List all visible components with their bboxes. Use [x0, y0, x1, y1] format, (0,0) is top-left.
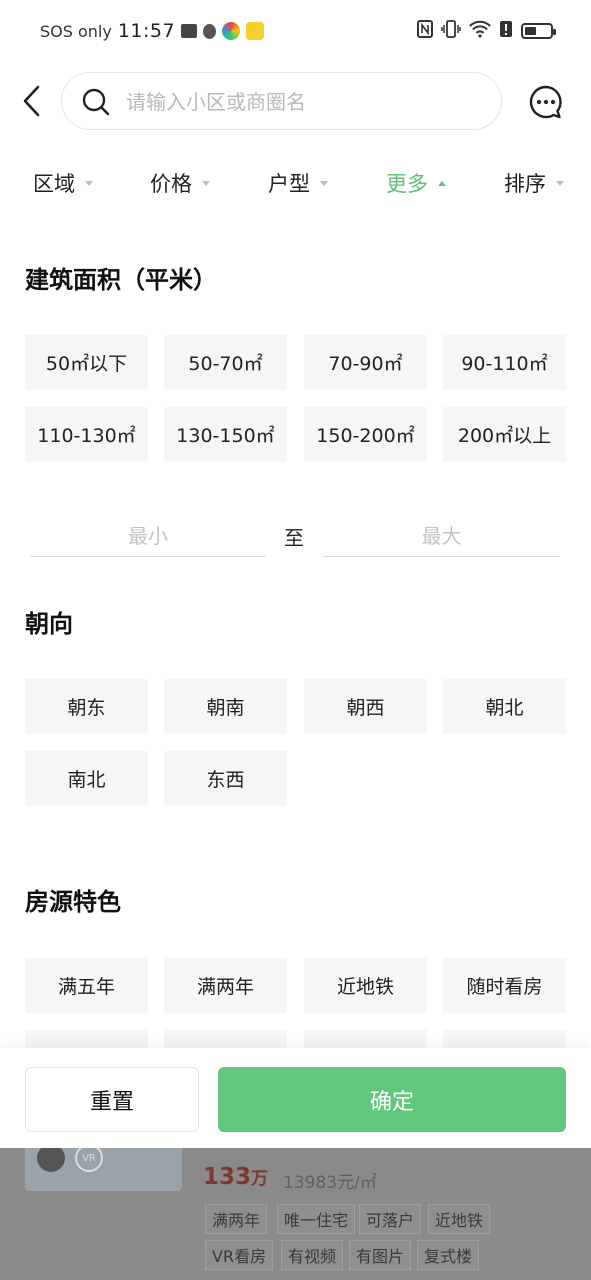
tab-label: 价格 — [150, 172, 192, 196]
feature-option[interactable]: 随时看房 — [443, 958, 566, 1013]
confirm-button[interactable]: 确定 — [218, 1067, 566, 1132]
listing-tag: 近地铁 — [428, 1204, 491, 1234]
app-icon — [246, 22, 265, 40]
area-option[interactable]: 90-110㎡ — [443, 335, 566, 390]
feature-option-partial[interactable] — [25, 1030, 148, 1048]
back-button[interactable] — [18, 84, 48, 118]
battery-icon — [521, 23, 556, 39]
app-icon — [222, 22, 241, 40]
features-options: 满五年 满两年 近地铁 随时看房 — [25, 958, 566, 1048]
caret-down-icon — [556, 180, 564, 186]
status-bar: SOS only 11:57 — [0, 0, 591, 66]
area-option[interactable]: 50㎡以下 — [25, 335, 148, 390]
orientation-option[interactable]: 朝北 — [443, 679, 566, 734]
listing-unit-price: 13983元/㎡ — [283, 1173, 377, 1193]
tab-sort[interactable]: 排序 — [504, 168, 564, 198]
reset-button[interactable]: 重置 — [25, 1067, 199, 1132]
listing-tag: 满两年 — [205, 1204, 268, 1234]
tab-more[interactable]: 更多 — [386, 168, 446, 198]
area-option[interactable]: 70-90㎡ — [304, 335, 427, 390]
filter-tabs: 区域 价格 户型 更多 排序 — [0, 160, 591, 212]
orientation-options: 朝东 朝南 朝西 朝北 南北 东西 — [25, 679, 566, 807]
listing-thumbnail: VR — [25, 1148, 182, 1191]
area-option[interactable]: 200㎡以上 — [443, 407, 566, 462]
status-left: SOS only 11:57 — [40, 20, 265, 42]
price-unit: 万 — [251, 1169, 269, 1189]
listing-tag: VR看房 — [205, 1240, 274, 1270]
alert-icon — [499, 20, 513, 42]
search-icon — [82, 88, 110, 116]
orientation-option[interactable]: 朝南 — [164, 679, 287, 734]
area-option[interactable]: 50-70㎡ — [164, 335, 287, 390]
feature-option-partial[interactable] — [164, 1030, 287, 1048]
feature-option[interactable]: 满五年 — [25, 958, 148, 1013]
play-icon — [37, 1148, 65, 1172]
tab-layout[interactable]: 户型 — [268, 168, 328, 198]
orientation-section-title: 朝向 — [25, 610, 73, 638]
area-max-input[interactable] — [323, 515, 560, 557]
orientation-option[interactable]: 朝西 — [304, 679, 427, 734]
area-option[interactable]: 130-150㎡ — [164, 407, 287, 462]
orientation-option[interactable]: 朝东 — [25, 679, 148, 734]
message-button[interactable] — [528, 84, 564, 120]
listing-tag: 唯一住宅 — [277, 1204, 356, 1234]
mail-icon — [181, 24, 198, 38]
chat-bubble-icon — [529, 85, 562, 119]
area-section-title: 建筑面积（平米） — [25, 266, 217, 294]
caret-down-icon — [320, 180, 328, 186]
clock: 11:57 — [117, 20, 176, 42]
nfc-icon — [417, 20, 433, 42]
listing-tag: 有视频 — [281, 1240, 344, 1270]
vr-icon: VR — [75, 1148, 103, 1172]
area-range: 至 — [30, 515, 560, 557]
feature-option[interactable]: 近地铁 — [304, 958, 427, 1013]
area-options: 50㎡以下 50-70㎡ 70-90㎡ 90-110㎡ 110-130㎡ 130… — [25, 335, 566, 463]
carrier-text: SOS only — [40, 21, 112, 41]
status-right — [417, 20, 556, 42]
listing-tag: 有图片 — [349, 1240, 412, 1270]
action-bar: 重置 确定 — [0, 1048, 591, 1148]
area-min-input[interactable] — [30, 515, 266, 557]
caret-down-icon — [202, 180, 210, 186]
tab-label: 户型 — [268, 172, 310, 196]
vibrate-icon — [441, 20, 461, 42]
caret-down-icon — [85, 180, 93, 186]
range-separator: 至 — [284, 526, 304, 550]
orientation-option[interactable]: 东西 — [164, 751, 287, 806]
orientation-option[interactable]: 南北 — [25, 751, 148, 806]
listing-tag: 复式楼 — [417, 1240, 480, 1270]
background-listing: VR 133万 13983元/㎡ 满两年 唯一住宅 可落户 近地铁 VR看房 有… — [0, 1148, 591, 1280]
search-bar[interactable] — [61, 72, 502, 130]
feature-option-partial[interactable] — [443, 1030, 566, 1048]
caret-up-icon — [438, 180, 446, 186]
search-input[interactable] — [124, 85, 484, 119]
listing-price: 133万 — [203, 1164, 268, 1190]
area-option[interactable]: 110-130㎡ — [25, 407, 148, 462]
shield-icon — [203, 23, 217, 39]
wifi-icon — [469, 20, 491, 42]
feature-option[interactable]: 满两年 — [164, 958, 287, 1013]
tab-price[interactable]: 价格 — [150, 168, 210, 198]
tab-label: 排序 — [504, 172, 546, 196]
features-section-title: 房源特色 — [25, 888, 121, 916]
tab-area[interactable]: 区域 — [33, 168, 93, 198]
chevron-left-icon — [23, 85, 40, 117]
tab-label: 区域 — [33, 172, 75, 196]
area-option[interactable]: 150-200㎡ — [304, 407, 427, 462]
tab-label: 更多 — [386, 172, 428, 196]
feature-option-partial[interactable] — [304, 1030, 427, 1048]
listing-tag: 可落户 — [359, 1204, 422, 1234]
price-value: 133 — [203, 1164, 252, 1190]
